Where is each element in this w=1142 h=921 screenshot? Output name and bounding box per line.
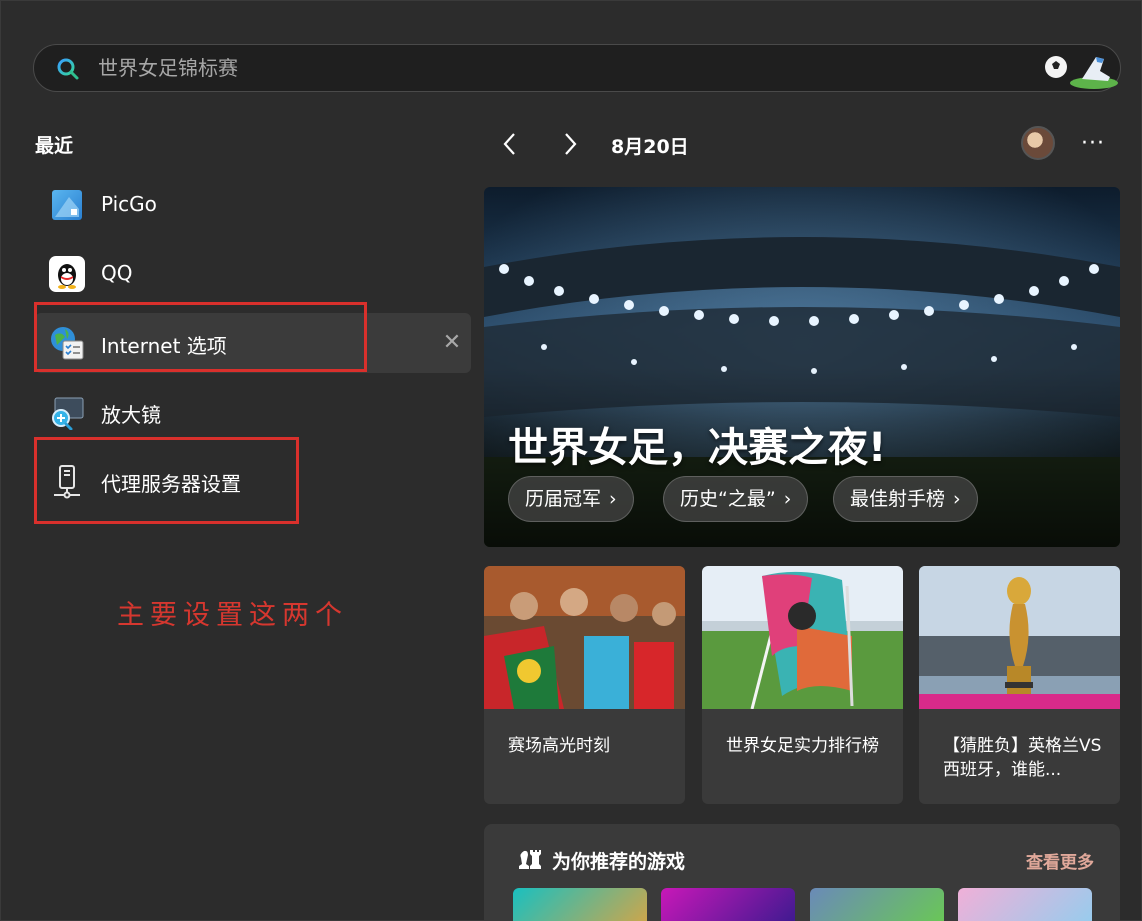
widget-panel: 最近 PicGo QQ <box>0 0 1142 921</box>
recent-item-label: QQ <box>101 261 133 285</box>
see-more-link[interactable]: 查看更多 <box>1026 848 1094 873</box>
date-label: 8月20日 <box>611 136 689 158</box>
games-title: 为你推荐的游戏 <box>552 851 686 873</box>
game-tile[interactable] <box>513 888 647 921</box>
card-image <box>702 566 903 709</box>
pill-label: 历史“之最” <box>680 488 776 510</box>
search-bar[interactable] <box>33 44 1121 92</box>
game-tile[interactable] <box>661 888 795 921</box>
magnifier-icon <box>52 397 84 430</box>
news-card[interactable]: 【猜胜负】英格兰VS西班牙，谁能... <box>919 566 1120 804</box>
hero-banner[interactable]: 世界女足，决赛之夜! 历届冠军 › 历史“之最” › 最佳射手榜 › <box>484 187 1120 547</box>
recent-item-magnifier[interactable]: 放大镜 <box>35 382 471 442</box>
soccer-decoration-icon <box>1045 56 1118 89</box>
card-image <box>484 566 685 709</box>
avatar[interactable] <box>1021 126 1055 160</box>
pill-label: 历届冠军 <box>525 488 602 510</box>
recent-heading: 最近 <box>35 135 74 157</box>
more-options-icon[interactable]: ··· <box>1081 131 1105 156</box>
close-icon[interactable]: ✕ <box>441 329 463 357</box>
news-card[interactable]: 世界女足实力排行榜 <box>702 566 903 804</box>
news-card[interactable]: 赛场高光时刻 <box>484 566 685 804</box>
game-tile[interactable] <box>958 888 1092 921</box>
chevron-right-icon[interactable] <box>555 129 585 159</box>
annotation-text: 主要设置这两个 <box>117 600 348 631</box>
qq-icon <box>49 256 85 292</box>
recommended-games-section: 为你推荐的游戏 查看更多 <box>484 824 1120 921</box>
recent-item-label: 放大镜 <box>101 403 161 427</box>
card-title: 赛场高光时刻 <box>508 736 610 756</box>
chevron-left-icon[interactable] <box>495 129 525 159</box>
card-title: 【猜胜负】英格兰VS西班牙，谁能... <box>943 736 1102 780</box>
hero-title: 世界女足，决赛之夜! <box>508 425 887 471</box>
recent-item-qq[interactable]: QQ <box>35 244 471 304</box>
highlight-box-internet-options <box>34 302 367 372</box>
chevron-right-icon: › <box>609 488 617 510</box>
chevron-right-icon: › <box>783 488 792 510</box>
highlight-box-proxy-settings <box>34 437 299 524</box>
pill-label: 最佳射手榜 <box>850 488 946 510</box>
chevron-right-icon: › <box>953 488 961 510</box>
game-tile[interactable] <box>810 888 944 921</box>
pill-top-scorers[interactable]: 最佳射手榜 › <box>833 476 978 522</box>
pill-champions[interactable]: 历届冠军 › <box>508 476 634 522</box>
card-image <box>919 566 1120 709</box>
chess-pieces-icon <box>519 850 541 869</box>
recent-item-picgo[interactable]: PicGo <box>35 175 471 235</box>
picgo-icon <box>52 190 82 220</box>
card-title: 世界女足实力排行榜 <box>726 736 879 756</box>
search-icon <box>57 58 79 80</box>
recent-item-label: PicGo <box>101 192 157 216</box>
search-input[interactable] <box>98 53 998 83</box>
pill-records[interactable]: 历史“之最” › <box>663 476 809 522</box>
